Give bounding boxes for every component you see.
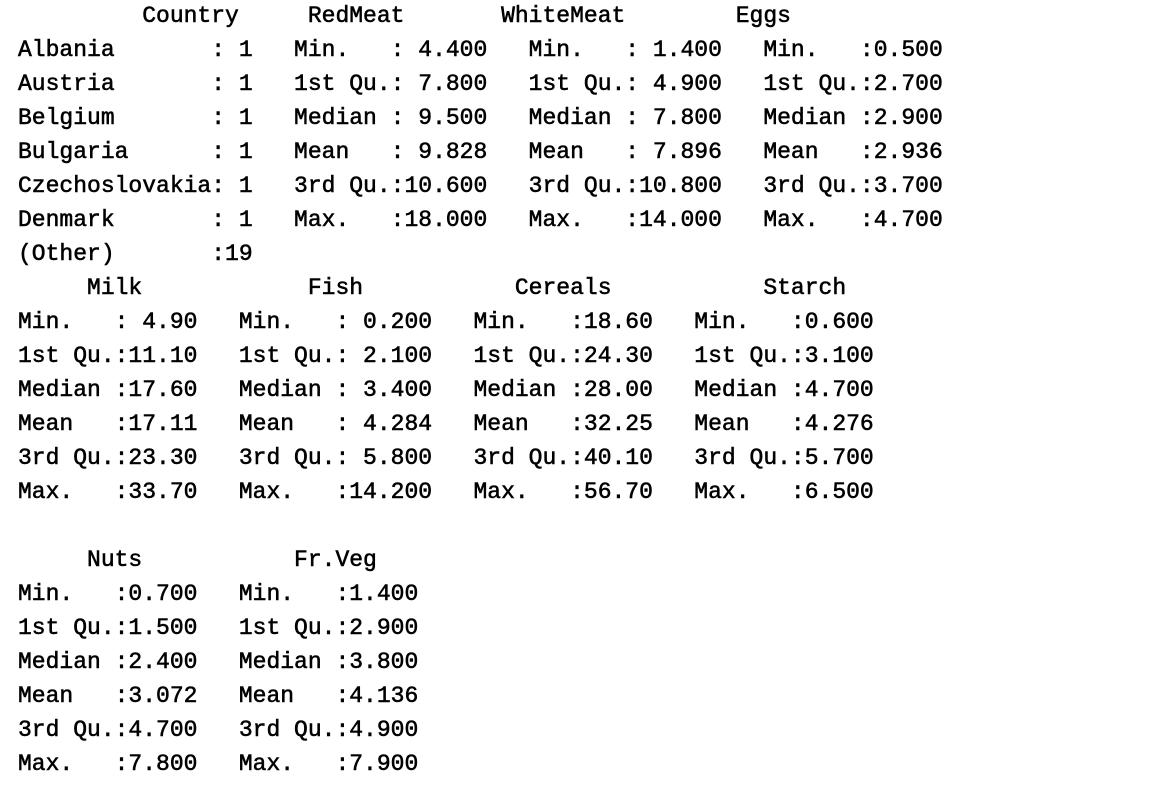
console-line: Mean :17.11 Mean : 4.284 Mean :32.25 Mea… [18, 411, 902, 438]
console-line: 1st Qu.:1.500 1st Qu.:2.900 [18, 615, 446, 642]
console-line: (Other) :19 [18, 241, 971, 268]
console-line: Nuts Fr.Veg [18, 547, 446, 574]
console-line: 3rd Qu.:4.700 3rd Qu.:4.900 [18, 717, 446, 744]
console-line: Min. :0.700 Min. :1.400 [18, 581, 446, 608]
console-line: Denmark : 1 Max. :18.000 Max. :14.000 Ma… [18, 207, 971, 234]
console-line: Median :2.400 Median :3.800 [18, 649, 446, 676]
console-line: Czechoslovakia: 1 3rd Qu.:10.600 3rd Qu.… [18, 173, 971, 200]
console-line: Max. :7.800 Max. :7.900 [18, 751, 446, 778]
console-line: Max. :33.70 Max. :14.200 Max. :56.70 Max… [18, 479, 902, 506]
console-line: Median :17.60 Median : 3.400 Median :28.… [18, 377, 902, 404]
console-line: Milk Fish Cereals Starch [18, 275, 916, 302]
console-line: Min. : 4.90 Min. : 0.200 Min. :18.60 Min… [18, 309, 902, 336]
console-output: Country RedMeat WhiteMeat Eggs Albania :… [18, 0, 970, 781]
console-line: 3rd Qu.:23.30 3rd Qu.: 5.800 3rd Qu.:40.… [18, 445, 902, 472]
console-line: Bulgaria : 1 Mean : 9.828 Mean : 7.896 M… [18, 139, 971, 166]
console-line: Mean :3.072 Mean :4.136 [18, 683, 446, 710]
console-line: Austria : 1 1st Qu.: 7.800 1st Qu.: 4.90… [18, 71, 971, 98]
console-line: Belgium : 1 Median : 9.500 Median : 7.80… [18, 105, 971, 132]
console-line: 1st Qu.:11.10 1st Qu.: 2.100 1st Qu.:24.… [18, 343, 902, 370]
console-line: Albania : 1 Min. : 4.400 Min. : 1.400 Mi… [18, 37, 971, 64]
console-line: Country RedMeat WhiteMeat Eggs [18, 3, 860, 30]
